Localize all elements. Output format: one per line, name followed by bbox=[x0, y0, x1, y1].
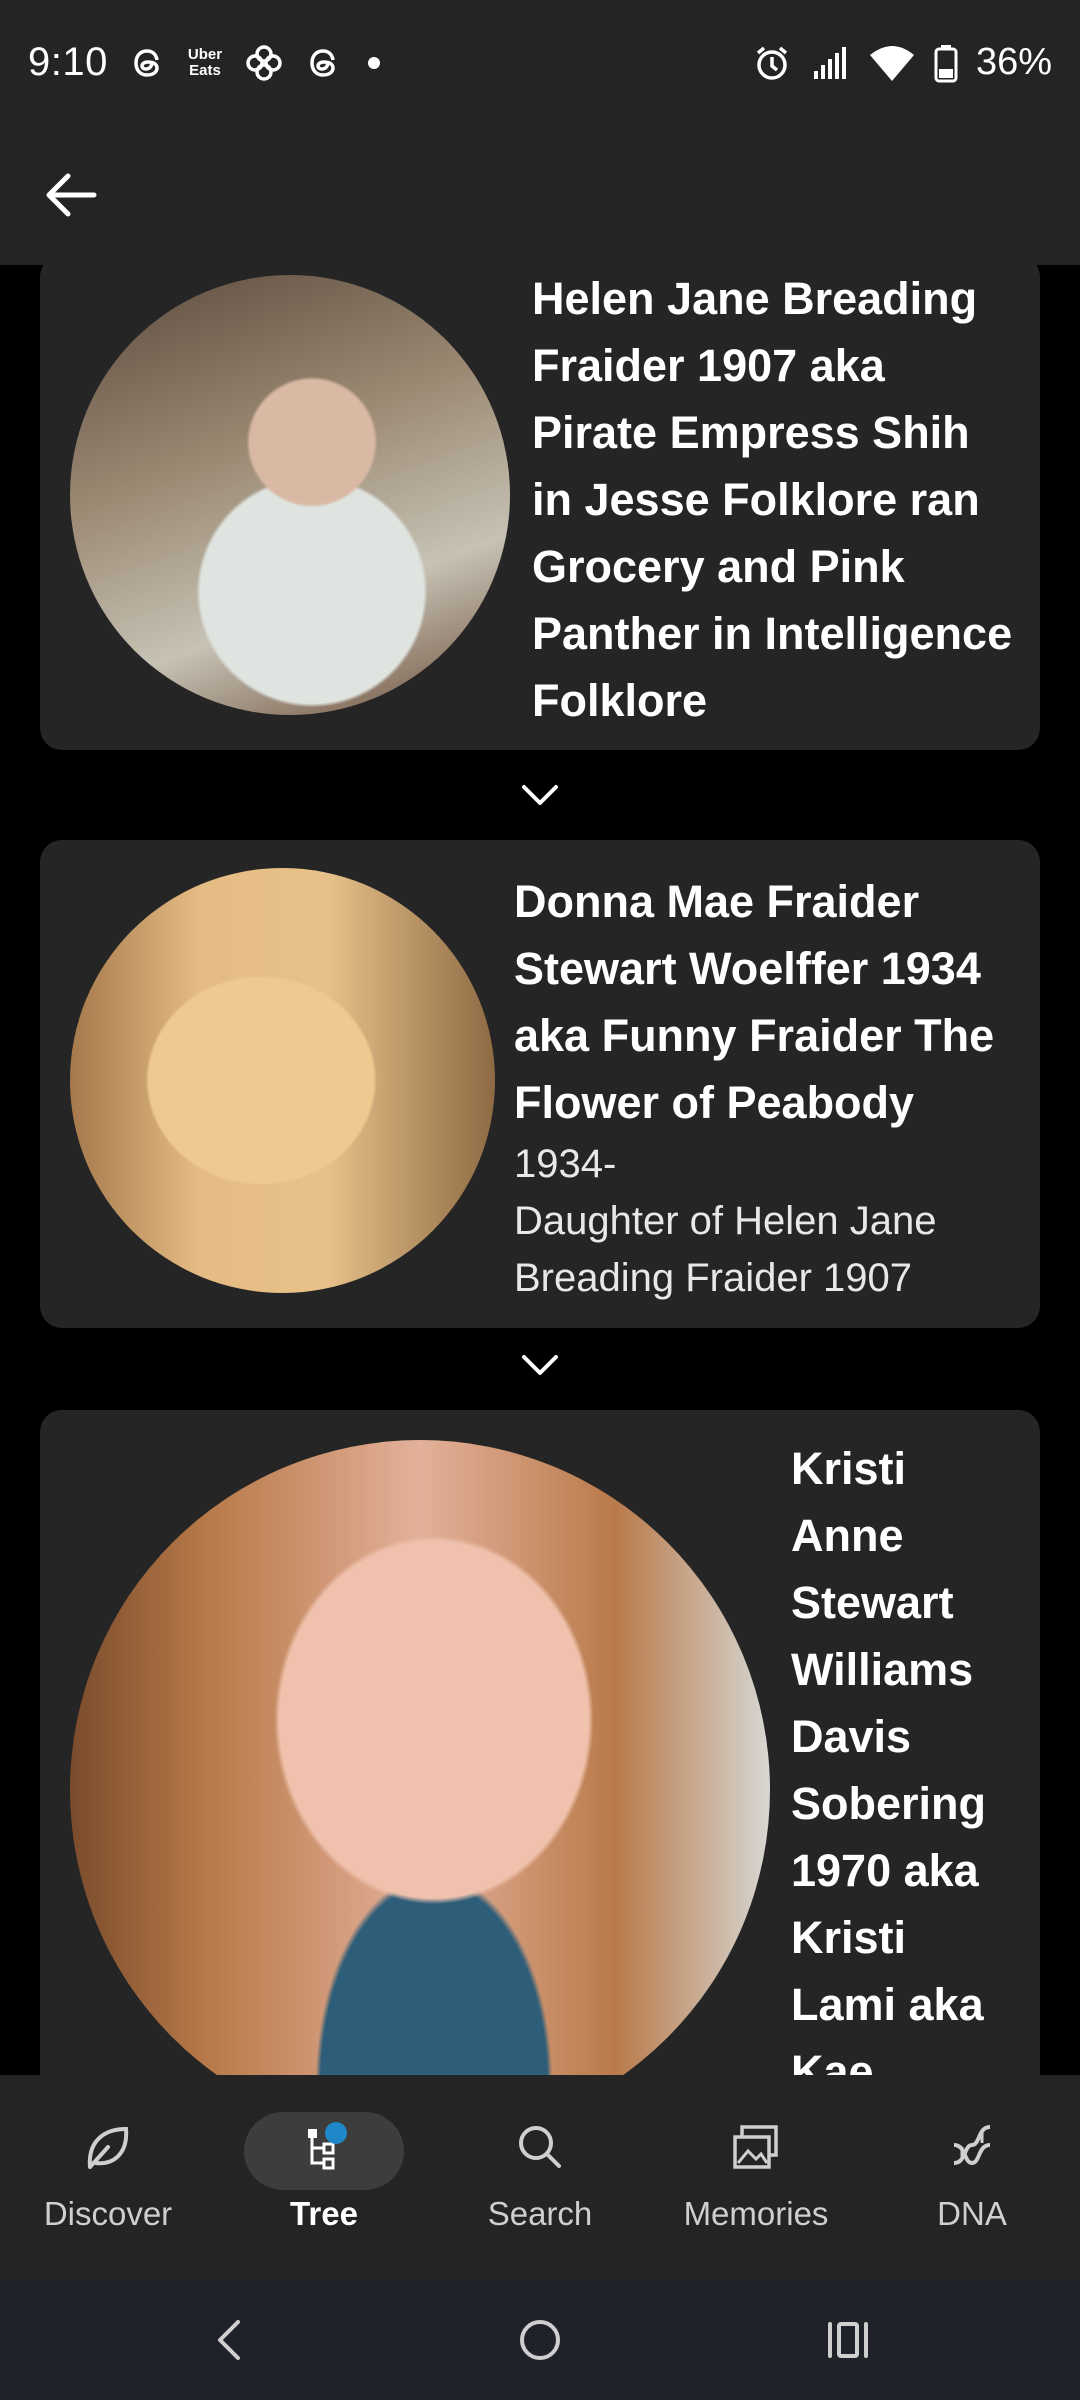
recents-icon[interactable] bbox=[818, 2310, 878, 2370]
status-time: 9:10 bbox=[28, 40, 108, 84]
chevron-down-icon[interactable] bbox=[516, 771, 564, 819]
ancestor-card[interactable]: Helen Jane Breading Fraider 1907 aka Pir… bbox=[40, 265, 1040, 750]
uber-eats-line1: Uber bbox=[187, 45, 223, 63]
bottom-navigation: Discover Tree Search Memories DNA bbox=[0, 2075, 1080, 2280]
battery-icon bbox=[934, 44, 958, 82]
app-header bbox=[0, 125, 1080, 265]
status-left: 9:10 Uber Eats bbox=[28, 40, 384, 85]
person-relation: Daughter of Helen Jane Breading Fraider … bbox=[514, 1199, 937, 1300]
person-name: Donna Mae Fraider Stewart Woelffer 1934 … bbox=[514, 876, 995, 1128]
dot-icon bbox=[368, 56, 381, 69]
nav-label: Search bbox=[487, 2195, 593, 2232]
search-icon bbox=[519, 2126, 561, 2168]
ancestor-card[interactable]: Donna Mae Fraider Stewart Woelffer 1934 … bbox=[40, 840, 1040, 1328]
status-right: 36% bbox=[752, 41, 1052, 84]
system-navigation-bar bbox=[0, 2280, 1080, 2400]
ancestor-list: Helen Jane Breading Fraider 1907 aka Pir… bbox=[0, 265, 1080, 2075]
nav-label: DNA bbox=[937, 2195, 1007, 2232]
pinwheel-icon bbox=[246, 44, 282, 81]
tree-icon bbox=[308, 2122, 347, 2170]
arrow-left-icon[interactable] bbox=[38, 160, 108, 230]
threads-icon bbox=[310, 48, 335, 77]
ancestor-card[interactable]: Kristi Anne Stewart Williams Davis Sober… bbox=[40, 1410, 1040, 2075]
nav-tree[interactable]: Tree bbox=[216, 2075, 432, 2280]
uber-eats-line2: Eats bbox=[189, 61, 221, 79]
threads-icon bbox=[134, 48, 159, 77]
card-text: Helen Jane Breading Fraider 1907 aka Pir… bbox=[532, 265, 1022, 720]
card-text: Kristi Anne Stewart Williams Davis Sober… bbox=[791, 1435, 1023, 2075]
back-chevron-icon[interactable] bbox=[200, 2310, 260, 2370]
nav-dna[interactable]: DNA bbox=[864, 2075, 1080, 2280]
alarm-icon bbox=[756, 46, 788, 80]
memories-icon bbox=[733, 2125, 778, 2169]
person-name: Kristi Anne Stewart Williams Davis Sober… bbox=[791, 1443, 987, 2075]
person-years: 1934- bbox=[514, 1142, 617, 1186]
leaf-icon bbox=[87, 2126, 129, 2169]
person-photo bbox=[70, 275, 510, 715]
nav-label: Memories bbox=[683, 2195, 829, 2232]
person-name: Helen Jane Breading Fraider 1907 aka Pir… bbox=[532, 273, 1013, 720]
person-photo bbox=[70, 1440, 770, 2075]
wifi-icon bbox=[869, 45, 914, 81]
signal-icon bbox=[813, 46, 846, 79]
nav-search[interactable]: Search bbox=[432, 2075, 648, 2280]
battery-percent: 36% bbox=[975, 41, 1052, 83]
card-text: Donna Mae Fraider Stewart Woelffer 1934 … bbox=[514, 868, 1029, 1318]
status-bar: 9:10 Uber Eats 36% bbox=[0, 0, 1080, 125]
nav-discover[interactable]: Discover bbox=[0, 2075, 216, 2280]
person-photo bbox=[70, 868, 495, 1293]
dna-icon bbox=[953, 2125, 991, 2166]
nav-label: Tree bbox=[290, 2195, 358, 2232]
nav-memories[interactable]: Memories bbox=[648, 2075, 864, 2280]
uber-eats-icon: Uber Eats bbox=[187, 45, 223, 79]
chevron-down-icon[interactable] bbox=[516, 1341, 564, 1389]
home-circle-icon[interactable] bbox=[510, 2310, 570, 2370]
nav-label: Discover bbox=[43, 2195, 173, 2232]
